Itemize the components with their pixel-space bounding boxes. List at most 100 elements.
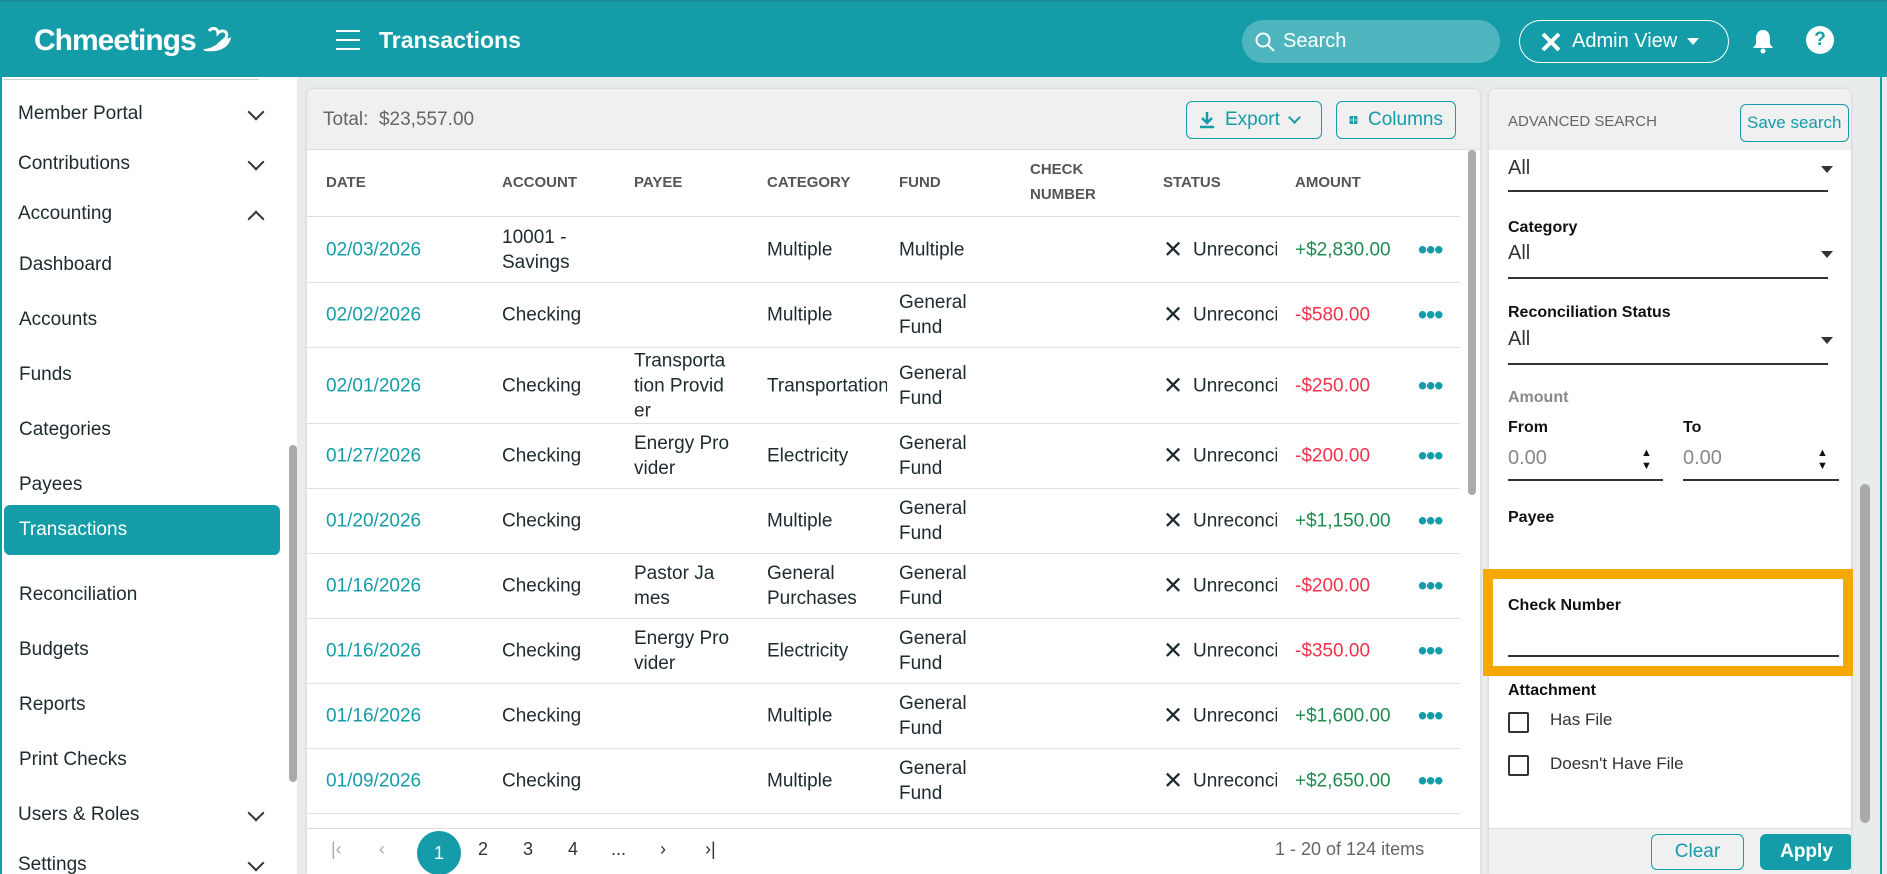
sidebar-item-transactions[interactable]: Transactions [4,505,280,555]
column-header-category[interactable]: CATEGORY [767,170,850,195]
no-file-checkbox[interactable] [1508,755,1529,776]
has-file-checkbox[interactable] [1508,712,1529,733]
date-link[interactable]: 01/09/2026 [326,769,421,794]
page-title: Transactions [379,27,521,53]
sidebar-item-reconciliation[interactable]: Reconciliation [19,584,137,606]
category-cell: Multiple [767,239,833,260]
more-actions-icon[interactable]: ••• [1418,638,1443,664]
first-page-icon[interactable]: |‹ [331,839,342,860]
global-search-input[interactable]: Search [1242,20,1500,63]
sidebar-item-categories[interactable]: Categories [19,419,111,441]
sidebar-item-payees[interactable]: Payees [19,474,82,496]
more-actions-icon[interactable]: ••• [1418,508,1443,534]
page-3[interactable]: 3 [523,839,533,860]
sidebar-item-accounts[interactable]: Accounts [19,309,97,331]
amount-from-input[interactable]: 0.00 [1508,447,1547,470]
chevron-down-icon[interactable] [247,153,265,171]
category-select[interactable]: All [1508,242,1530,265]
column-header-account[interactable]: ACCOUNT [502,170,577,195]
more-actions-icon[interactable]: ••• [1418,703,1443,729]
date-link[interactable]: 02/02/2026 [326,303,421,328]
menu-toggle-icon[interactable] [336,30,360,50]
more-actions-icon[interactable]: ••• [1418,768,1443,794]
clear-button[interactable]: Clear [1651,834,1744,870]
column-header-check-number[interactable]: CHECK NUMBER [1030,157,1100,207]
status-cell: Unreconciled [1193,239,1277,260]
sidebar-item-member-portal[interactable]: Member Portal [18,103,143,125]
sidebar-item-funds[interactable]: Funds [19,364,72,386]
bell-icon[interactable] [1751,28,1775,54]
account-cell: Checking [502,770,582,792]
more-actions-icon[interactable]: ••• [1418,302,1443,328]
help-icon[interactable]: ? [1806,26,1834,54]
sidebar-item-users-roles[interactable]: Users & Roles [18,804,139,826]
column-header-amount[interactable]: AMOUNT [1295,170,1361,195]
column-header-payee[interactable]: PAYEE [634,170,682,195]
chevron-down-icon[interactable] [247,854,265,872]
table-row[interactable]: 01/16/2026 Checking Multiple General Fun… [307,684,1460,749]
column-header-status[interactable]: STATUS [1163,170,1221,195]
reconciliation-status-select[interactable]: All [1508,328,1530,351]
column-header-fund[interactable]: FUND [899,170,941,195]
x-icon: ✕ [1163,572,1184,600]
account-cell: Checking [502,640,582,662]
sidebar-item-budgets[interactable]: Budgets [19,639,89,661]
next-page-icon[interactable]: › [660,839,666,860]
date-link[interactable]: 01/16/2026 [326,574,421,599]
sidebar-item-accounting[interactable]: Accounting [18,203,112,225]
more-actions-icon[interactable]: ••• [1418,443,1443,469]
table-row[interactable]: 02/02/2026 Checking Multiple General Fun… [307,283,1460,348]
caret-down-icon[interactable] [1821,337,1833,344]
table-row[interactable]: 02/03/2026 10001 - Savings Multiple Mult… [307,217,1460,283]
prev-page-icon[interactable]: ‹ [379,839,385,860]
save-search-button[interactable]: Save search [1740,104,1849,142]
date-link[interactable]: 02/03/2026 [326,237,421,262]
table-row[interactable]: 01/20/2026 Checking Multiple General Fun… [307,489,1460,554]
amount-to-input[interactable]: 0.00 [1683,447,1722,470]
columns-button[interactable]: Columns [1336,101,1456,139]
more-actions-icon[interactable]: ••• [1418,573,1443,599]
table-row[interactable]: 02/01/2026 Checking Transportation Provi… [307,348,1460,424]
search-panel-scrollbar[interactable] [1860,484,1870,823]
chevron-down-icon[interactable] [247,103,265,121]
table-scrollbar[interactable] [1468,150,1476,495]
sidebar-scrollbar[interactable] [289,445,297,782]
apply-button[interactable]: Apply [1760,834,1851,870]
export-button[interactable]: Export [1186,101,1322,139]
chevron-down-icon[interactable] [247,804,265,822]
sidebar-item-contributions[interactable]: Contributions [18,153,130,175]
column-header-date[interactable]: DATE [326,170,366,195]
page-2[interactable]: 2 [478,839,488,860]
page-1[interactable]: 1 [417,831,461,874]
sidebar-item-settings[interactable]: Settings [18,854,87,874]
date-link[interactable]: 02/01/2026 [326,373,421,398]
date-link[interactable]: 01/27/2026 [326,444,421,469]
table-row[interactable]: 01/09/2026 Checking Multiple General Fun… [307,749,1460,814]
logo[interactable]: Chmeetings [34,24,233,58]
more-actions-icon[interactable]: ••• [1418,372,1443,398]
sidebar-item-print-checks[interactable]: Print Checks [19,749,127,771]
page-ellipsis[interactable]: ... [611,839,626,860]
caret-down-icon[interactable] [1821,251,1833,258]
top-filter-value[interactable]: All [1508,157,1530,180]
date-link[interactable]: 01/16/2026 [326,704,421,729]
chevron-up-icon[interactable] [247,210,265,228]
amount-cell: +$2,830.00 [1295,239,1391,260]
from-stepper-icon[interactable]: ▲ ▼ [1641,447,1652,473]
advanced-search-panel: ADVANCED SEARCH Save search All Category… [1489,89,1851,874]
to-stepper-icon[interactable]: ▲ ▼ [1817,447,1828,473]
admin-view-dropdown[interactable]: Admin View [1519,20,1729,63]
reconciliation-status-label: Reconciliation Status [1508,304,1671,321]
table-row[interactable]: 01/16/2026 Checking Energy Provider Elec… [307,619,1460,684]
table-row[interactable]: 01/27/2026 Checking Energy Provider Elec… [307,424,1460,489]
caret-down-icon[interactable] [1821,166,1833,173]
x-icon: ✕ [1163,702,1184,730]
last-page-icon[interactable]: ›| [705,839,716,860]
sidebar-item-reports[interactable]: Reports [19,694,86,716]
page-4[interactable]: 4 [568,839,578,860]
table-row[interactable]: 01/16/2026 Checking Pastor James General… [307,554,1460,619]
date-link[interactable]: 01/16/2026 [326,639,421,664]
more-actions-icon[interactable]: ••• [1418,236,1443,262]
date-link[interactable]: 01/20/2026 [326,509,421,534]
sidebar-item-dashboard[interactable]: Dashboard [19,254,112,276]
